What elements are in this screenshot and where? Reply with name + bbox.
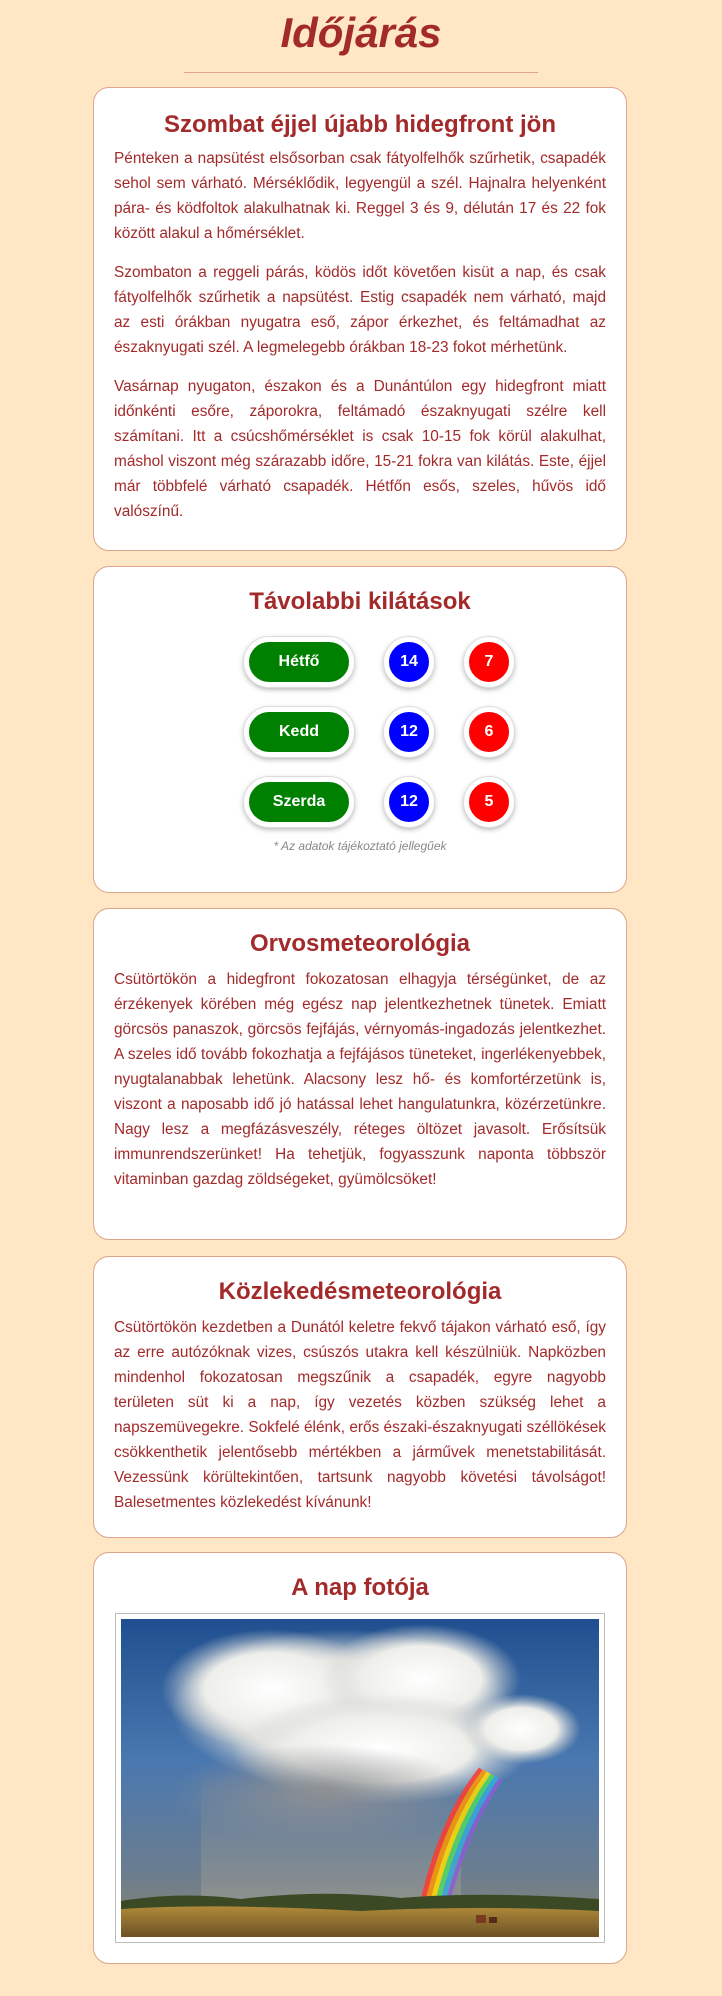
rainbow-landscape-photo xyxy=(121,1619,599,1937)
title-divider xyxy=(184,72,538,73)
photo-of-the-day-card: A nap fotója xyxy=(93,1552,627,1964)
medical-text: Csütörtökön a hidegfront fokozatosan elh… xyxy=(114,971,606,1188)
weather-paragraph-saturday: Szombaton a reggeli párás, ködös időt kö… xyxy=(114,264,606,356)
medical-meteorology-card: Orvosmeteorológia Csütörtökön a hidegfro… xyxy=(93,908,627,1240)
forecast-max-temp: 12 xyxy=(384,777,434,827)
traffic-meteorology-card: Közlekedésmeteorológia Csütörtökön kezde… xyxy=(93,1256,627,1538)
traffic-heading: Közlekedésmeteorológia xyxy=(218,1278,502,1305)
forecast-day-label: Hétfő xyxy=(244,637,354,687)
outlook-card: Távolabbi kilátások Hétfő 14 7 Kedd 12 6… xyxy=(93,566,627,893)
forecast-min-temp: 5 xyxy=(464,777,514,827)
weather-heading: Szombat éjjel újabb hidegfront jön xyxy=(163,111,556,138)
forecast-max-temp: 12 xyxy=(384,707,434,757)
photo-frame xyxy=(115,1613,605,1943)
forecast-max-temp: 14 xyxy=(384,637,434,687)
traffic-text: Csütörtökön kezdetben a Dunától keletre … xyxy=(114,1319,606,1511)
forecast-min-temp: 6 xyxy=(464,707,514,757)
forecast-row: Hétfő 14 7 xyxy=(114,637,606,689)
forecast-disclaimer: * Az adatok tájékoztató jellegűek xyxy=(273,839,447,853)
forecast-row: Szerda 12 5 xyxy=(114,777,606,829)
weather-paragraph-sunday: Vasárnap nyugaton, északon és a Dunántúl… xyxy=(114,378,606,520)
forecast-min-temp: 7 xyxy=(464,637,514,687)
weather-card: Szombat éjjel újabb hidegfront jön Pénte… xyxy=(93,87,627,551)
forecast-row: Kedd 12 6 xyxy=(114,707,606,759)
forecast-day-label: Kedd xyxy=(244,707,354,757)
page-title: Időjárás xyxy=(280,9,442,56)
weather-paragraph-friday: Pénteken a napsütést elsősorban csak fát… xyxy=(114,150,606,242)
photo-heading: A nap fotója xyxy=(291,1574,429,1601)
forecast-list: Hétfő 14 7 Kedd 12 6 Szerda 12 5 xyxy=(114,637,606,829)
outlook-heading: Távolabbi kilátások xyxy=(249,588,471,615)
medical-heading: Orvosmeteorológia xyxy=(249,930,471,957)
forecast-day-label: Szerda xyxy=(244,777,354,827)
